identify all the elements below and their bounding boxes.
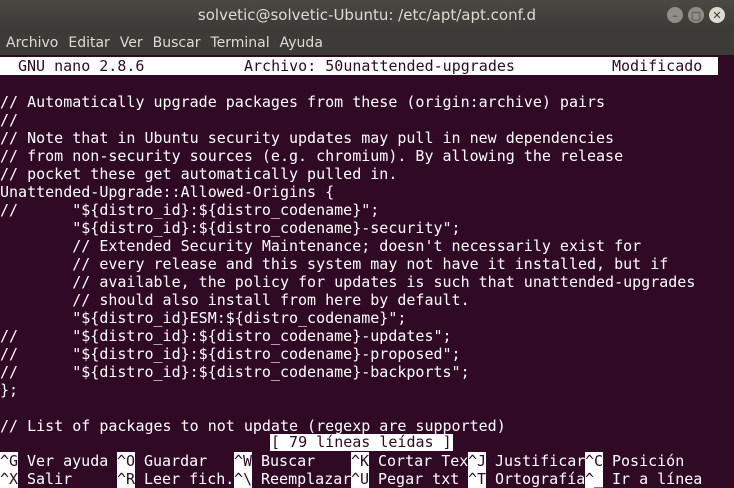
shortcut-label: Pegar txt	[378, 470, 460, 488]
editor-line: // Note that in Ubuntu security updates …	[0, 129, 615, 147]
editor-line: };	[0, 381, 19, 399]
maximize-icon[interactable]: ▢	[688, 7, 704, 23]
shortcut-key[interactable]: ^K	[351, 452, 370, 470]
shortcut-label: Reemplazar	[261, 470, 352, 488]
shortcut-row: ^X Salir ^R Leer fich. ^\ Reemplazar ^U Pegar t…	[0, 470, 734, 488]
shortcut-label: Posición	[612, 452, 685, 470]
title-bar[interactable]: solvetic@solvetic-Ubuntu: /etc/apt/apt.c…	[0, 0, 734, 30]
window-title: solvetic@solvetic-Ubuntu: /etc/apt/apt.c…	[197, 6, 537, 24]
menu-ayuda[interactable]: Ayuda	[275, 35, 328, 51]
menu-editar[interactable]: Editar	[63, 35, 114, 51]
shortcut-key[interactable]: ^J	[468, 452, 487, 470]
menu-buscar[interactable]: Buscar	[148, 35, 206, 51]
editor-line: //	[0, 111, 19, 129]
editor-line: // "${distro_id}:${distro_codename}-back…	[0, 363, 470, 381]
shortcut-label: Salir	[27, 470, 73, 488]
editor-line: "${distro_id}ESM:${distro_codename}";	[0, 309, 407, 327]
editor-line: // "${distro_id}:${distro_codename}-upda…	[0, 327, 452, 345]
menu-archivo[interactable]: Archivo	[0, 35, 63, 51]
editor-line: // pocket these get automatically pulled…	[0, 165, 398, 183]
editor-line: // from non-security sources (e.g. chrom…	[0, 147, 624, 165]
nano-modified-flag: Modificado	[612, 57, 703, 75]
shortcut-label: Ver ayuda	[27, 452, 109, 470]
nano-version: GNU nano 2.8.6	[18, 57, 145, 75]
editor-line: // Automatically upgrade packages from t…	[0, 93, 606, 111]
terminal-area[interactable]: GNU nano 2.8.6 Archivo: 50unattended-upg…	[0, 55, 734, 488]
status-message: [ 79 líneas leídas ]	[270, 433, 453, 451]
menu-terminal[interactable]: Terminal	[205, 35, 274, 51]
minimize-icon[interactable]: –	[667, 7, 683, 23]
editor-line: Unattended-Upgrade::Allowed-Origins {	[0, 183, 335, 201]
shortcut-key[interactable]: ^W	[234, 452, 253, 470]
editor-line: "${distro_id}:${distro_codename}-securit…	[0, 219, 461, 237]
shortcut-label: Buscar	[261, 452, 316, 470]
close-icon[interactable]: ✕	[709, 7, 725, 23]
shortcut-key[interactable]: ^\	[234, 470, 253, 488]
editor-line: // every release and this system may not…	[0, 255, 669, 273]
shortcut-key[interactable]: ^C	[585, 452, 604, 470]
shortcut-key[interactable]: ^T	[468, 470, 487, 488]
shortcut-label: Justificar	[495, 452, 586, 470]
shortcut-label: Guardar	[144, 452, 208, 470]
shortcut-row: ^G Ver ayuda ^O Guardar ^W Buscar ^K Cortar Tex…	[0, 452, 734, 470]
nano-header-bar: GNU nano 2.8.6 Archivo: 50unattended-upg…	[0, 57, 718, 75]
editor-line: // available, the policy for updates is …	[0, 273, 696, 291]
shortcut-key[interactable]: ^G	[0, 452, 19, 470]
editor-line: // should also install from here by defa…	[0, 291, 470, 309]
shortcut-key[interactable]: ^U	[351, 470, 370, 488]
terminal-window: solvetic@solvetic-Ubuntu: /etc/apt/apt.c…	[0, 0, 734, 488]
shortcut-label: Leer fich.	[144, 470, 235, 488]
menu-bar: Archivo Editar Ver Buscar Terminal Ayuda	[0, 30, 734, 55]
editor-line: // "${distro_id}:${distro_codename}-prop…	[0, 345, 461, 363]
shortcut-label: Ir a línea	[612, 470, 703, 488]
editor-line: // "${distro_id}:${distro_codename}";	[0, 201, 380, 219]
shortcut-key[interactable]: ^X	[0, 470, 19, 488]
shortcut-label: Ortografía	[495, 470, 586, 488]
shortcut-key[interactable]: ^O	[117, 452, 136, 470]
menu-ver[interactable]: Ver	[115, 35, 148, 51]
scrollbar[interactable]	[730, 55, 734, 488]
nano-filename: Archivo: 50unattended-upgrades	[244, 57, 515, 75]
editor-line: // Extended Security Maintenance; doesn'…	[0, 237, 642, 255]
shortcut-label: Cortar Tex	[378, 452, 469, 470]
shortcut-key[interactable]: ^R	[117, 470, 136, 488]
shortcut-key[interactable]: ^_	[585, 470, 604, 488]
